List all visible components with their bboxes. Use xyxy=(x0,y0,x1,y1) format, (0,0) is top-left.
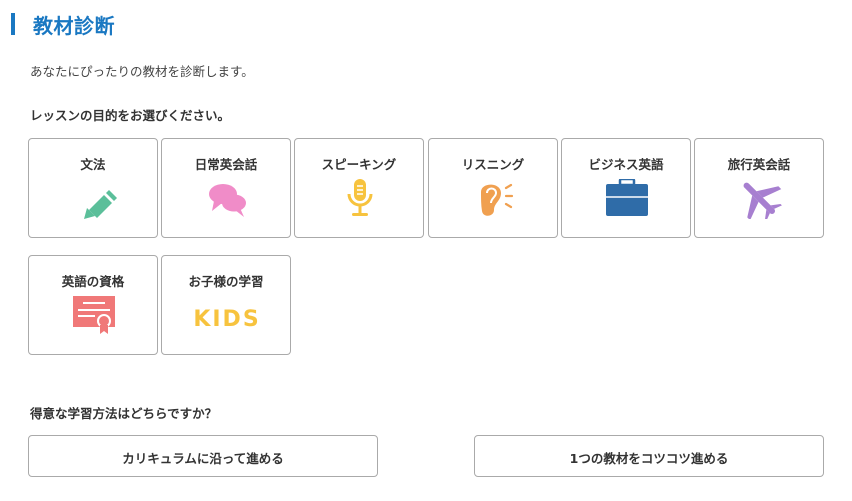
airplane-icon xyxy=(735,179,785,219)
purpose-label: リスニング xyxy=(461,157,525,172)
method-label: カリキュラムに沿って進める xyxy=(122,451,284,466)
purpose-label: 英語の資格 xyxy=(61,274,125,289)
method-label: 1つの教材をコツコツ進める xyxy=(569,451,729,466)
kids-icon: KIDS xyxy=(193,296,258,336)
speech-bubbles-icon xyxy=(202,179,252,219)
purpose-card-daily-conversation[interactable]: 日常英会話 xyxy=(161,138,291,238)
ear-icon xyxy=(469,179,519,219)
purpose-card-listening[interactable]: リスニング xyxy=(428,138,558,238)
purpose-card-grammar[interactable]: 文法 xyxy=(28,138,158,238)
kids-icon-text: KIDS xyxy=(193,307,260,332)
question-purpose: レッスンの目的をお選びください。 xyxy=(30,108,231,123)
page-title: 教材診断 xyxy=(33,14,115,38)
method-curriculum-button[interactable]: カリキュラムに沿って進める xyxy=(28,435,378,477)
microphone-icon xyxy=(335,179,385,219)
purpose-card-speaking[interactable]: スピーキング xyxy=(294,138,424,238)
title-accent-bar xyxy=(11,13,15,35)
purpose-label: 旅行英会話 xyxy=(727,157,791,172)
purpose-label: スピーキング xyxy=(321,157,397,172)
purpose-label: 日常英会話 xyxy=(194,157,258,172)
pencil-icon xyxy=(69,179,119,219)
certificate-icon xyxy=(69,296,119,336)
purpose-card-kids[interactable]: お子様の学習 KIDS xyxy=(161,255,291,355)
intro-text: あなたにぴったりの教材を診断します。 xyxy=(30,64,254,79)
purpose-card-business-english[interactable]: ビジネス英語 xyxy=(561,138,691,238)
briefcase-icon xyxy=(602,179,652,219)
purpose-card-travel-english[interactable]: 旅行英会話 xyxy=(694,138,824,238)
purpose-label: 文法 xyxy=(80,157,106,172)
question-method: 得意な学習方法はどちらですか？ xyxy=(30,406,218,421)
purpose-card-english-qualification[interactable]: 英語の資格 xyxy=(28,255,158,355)
method-single-material-button[interactable]: 1つの教材をコツコツ進める xyxy=(474,435,824,477)
purpose-label: ビジネス英語 xyxy=(588,157,664,172)
purpose-label: お子様の学習 xyxy=(188,274,264,289)
